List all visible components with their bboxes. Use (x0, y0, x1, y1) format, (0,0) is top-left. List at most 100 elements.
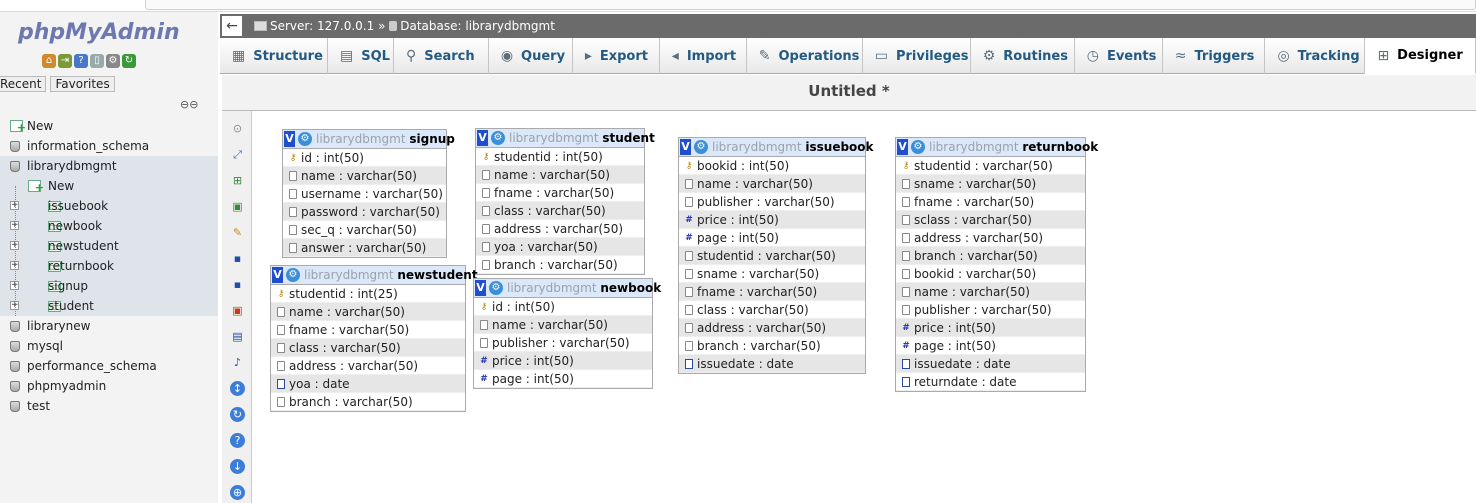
tab-designer[interactable]: ⊞ Designer (1365, 38, 1476, 74)
tree-item-label[interactable]: phpmyadmin (27, 376, 106, 396)
tree-item-test[interactable]: test (0, 396, 218, 416)
tree-item-mysql[interactable]: mysql (0, 336, 218, 356)
tab-events[interactable]: ◷ Events (1075, 38, 1163, 74)
tree-item-label[interactable]: New (27, 116, 53, 136)
tree-item-label[interactable]: information_schema (27, 136, 149, 156)
table-column-row[interactable]: publisher : varchar(50) (474, 334, 652, 352)
table-column-row[interactable]: branch : varchar(50) (271, 393, 465, 411)
table-header[interactable]: V ⚙ librarydbmgmt newbook (474, 279, 661, 298)
tab-import[interactable]: ◂ Import (660, 38, 747, 74)
new-page-icon[interactable]: ▣ (230, 199, 245, 214)
table-header[interactable]: V ⚙ librarydbmgmt returnbook (896, 138, 1098, 157)
table-options-gear-icon[interactable]: ⚙ (298, 132, 312, 146)
tree-item-librarynew[interactable]: librarynew (0, 316, 218, 336)
edit-page-icon[interactable]: ✎ (230, 225, 245, 240)
tab-export[interactable]: ▸ Export (573, 38, 660, 74)
breadcrumb-database[interactable]: Database: librarydbmgmt (400, 19, 555, 33)
table-column-row[interactable]: yoa : varchar(50) (476, 238, 644, 256)
logout-icon[interactable]: ⇥ (58, 54, 72, 68)
tree-item-label[interactable]: student (48, 296, 94, 316)
table-column-row[interactable]: sname : varchar(50) (896, 175, 1085, 193)
table-header[interactable]: V ⚙ librarydbmgmt issuebook (679, 138, 874, 157)
table-column-row[interactable]: branch : varchar(50) (679, 337, 865, 355)
table-column-row[interactable]: ⚷ studentid : int(50) (476, 148, 644, 166)
tab-structure[interactable]: ▦ Structure (220, 38, 328, 74)
reload-icon[interactable]: ↻ (122, 54, 136, 68)
designer-table-issuebook[interactable]: V ⚙ librarydbmgmt issuebook ⚷ bookid : int(5… (678, 137, 874, 374)
table-column-row[interactable]: class : varchar(50) (679, 301, 865, 319)
table-column-row[interactable]: issuedate : date (679, 355, 865, 373)
tab-tracking[interactable]: ◎ Tracking (1265, 38, 1366, 74)
table-column-row[interactable]: address : varchar(50) (679, 319, 865, 337)
table-column-row[interactable]: ⚷ studentid : int(25) (271, 285, 465, 303)
table-column-row[interactable]: yoa : date (271, 375, 465, 393)
table-column-row[interactable]: studentid : varchar(50) (679, 247, 865, 265)
table-options-gear-icon[interactable]: ⚙ (489, 281, 503, 295)
move-menu-icon[interactable]: ⊕ (230, 485, 245, 500)
table-column-row[interactable]: sname : varchar(50) (679, 265, 865, 283)
table-header[interactable]: V ⚙ librarydbmgmt signup (283, 130, 455, 149)
tree-item-New[interactable]: New (0, 116, 218, 138)
address-bar[interactable] (145, 0, 1476, 10)
table-column-row[interactable]: branch : varchar(50) (896, 247, 1085, 265)
tree-item-information-schema[interactable]: information_schema (0, 136, 218, 156)
add-tables-icon[interactable]: ⊞ (230, 173, 245, 188)
tab-search[interactable]: ⚲ Search (394, 38, 489, 74)
tree-item-issuebook[interactable]: + issuebook (0, 196, 218, 216)
table-column-row[interactable]: name : varchar(50) (271, 303, 465, 321)
table-column-row[interactable]: address : varchar(50) (896, 229, 1085, 247)
home-icon[interactable]: ⌂ (42, 54, 56, 68)
table-column-row[interactable]: # price : int(50) (896, 319, 1085, 337)
table-column-row[interactable]: address : varchar(50) (476, 220, 644, 238)
question-icon[interactable]: ? (230, 433, 245, 448)
tree-item-label[interactable]: mysql (27, 336, 63, 356)
table-column-row[interactable]: name : varchar(50) (474, 316, 652, 334)
tree-item-returnbook[interactable]: + returnbook (0, 256, 218, 276)
toggle-columns-icon[interactable]: V (272, 267, 283, 283)
tree-item-student[interactable]: + student (0, 296, 218, 316)
table-column-row[interactable]: fname : varchar(50) (271, 321, 465, 339)
tree-item-newstudent[interactable]: + newstudent (0, 236, 218, 256)
create-relation-icon[interactable]: ▤ (230, 329, 245, 344)
table-column-row[interactable]: # page : int(50) (896, 337, 1085, 355)
table-column-row[interactable]: # price : int(50) (474, 352, 652, 370)
table-column-row[interactable]: password : varchar(50) (283, 203, 446, 221)
table-column-row[interactable]: ⚷ id : int(50) (474, 298, 652, 316)
collapse-arrow-icon[interactable]: ← (222, 16, 242, 36)
tab-query[interactable]: ◉ Query (489, 38, 573, 74)
table-column-row[interactable]: sclass : varchar(50) (896, 211, 1085, 229)
table-column-row[interactable]: name : varchar(50) (896, 283, 1085, 301)
table-title[interactable]: librarydbmgmt signup (316, 130, 455, 148)
designer-table-newbook[interactable]: V ⚙ librarydbmgmt newbook ⚷ id : int(50) name… (473, 278, 661, 389)
docs-icon[interactable]: ▯ (90, 54, 104, 68)
designer-table-signup[interactable]: V ⚙ librarydbmgmt signup ⚷ id : int(50) name … (282, 129, 455, 258)
table-column-row[interactable]: ⚷ id : int(50) (283, 149, 446, 167)
tab-privileges[interactable]: ▭ Privileges (863, 38, 971, 74)
tree-item-signup[interactable]: + signup (0, 276, 218, 296)
table-column-row[interactable]: issuedate : date (896, 355, 1085, 373)
table-header[interactable]: V ⚙ librarydbmgmt student (476, 129, 655, 148)
table-header[interactable]: V ⚙ librarydbmgmt newstudent (271, 266, 478, 285)
table-options-gear-icon[interactable]: ⚙ (491, 131, 505, 145)
tab-triggers[interactable]: ≈ Triggers (1163, 38, 1266, 74)
export-schema-icon[interactable]: ↓ (230, 459, 245, 474)
table-column-row[interactable]: fname : varchar(50) (476, 184, 644, 202)
tree-item-label[interactable]: returnbook (48, 256, 114, 276)
tree-item-label[interactable]: issuebook (48, 196, 108, 216)
table-column-row[interactable]: publisher : varchar(50) (896, 301, 1085, 319)
table-title[interactable]: librarydbmgmt newstudent (304, 266, 478, 284)
table-column-row[interactable]: username : varchar(50) (283, 185, 446, 203)
tree-item-New[interactable]: New (0, 176, 218, 198)
tree-item-performance-schema[interactable]: performance_schema (0, 356, 218, 376)
angular-links-icon[interactable]: ↻ (230, 407, 245, 422)
help-icon[interactable]: ↕ (230, 381, 245, 396)
table-column-row[interactable]: # page : int(50) (679, 229, 865, 247)
table-column-row[interactable]: ⚷ studentid : varchar(50) (896, 157, 1085, 175)
breadcrumb-server[interactable]: Server: 127.0.0.1 (270, 19, 374, 33)
fullscreen-icon[interactable]: ⤢ (230, 147, 245, 162)
help-icon[interactable]: ? (74, 54, 88, 68)
table-options-gear-icon[interactable]: ⚙ (911, 140, 925, 154)
nav-tab-favorites[interactable]: Favorites (50, 76, 115, 92)
delete-page-icon[interactable]: ▣ (230, 303, 245, 318)
table-column-row[interactable]: bookid : varchar(50) (896, 265, 1085, 283)
